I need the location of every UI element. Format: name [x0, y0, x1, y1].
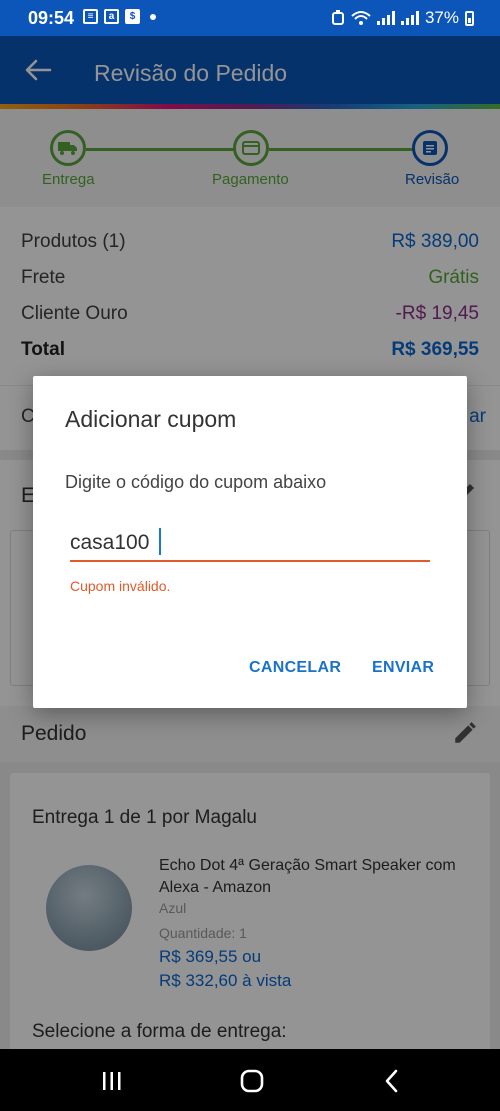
status-bar: 09:54 ≡ a $ 37% — [0, 0, 500, 36]
battery-icon — [465, 10, 474, 26]
coupon-error-message: Cupom inválido. — [70, 578, 171, 594]
system-icons: 37% — [331, 8, 474, 28]
alarm-icon — [331, 10, 344, 25]
dialog-message: Digite o código do cupom abaixo — [65, 472, 327, 492]
dialog-title: Adicionar cupom — [65, 406, 237, 432]
amazon-icon: a — [104, 9, 119, 24]
notification-icons: ≡ a $ — [83, 9, 156, 24]
send-button[interactable]: ENVIAR — [372, 659, 434, 677]
add-coupon-dialog: Adicionar cupom Digite o código do cupom… — [33, 376, 467, 708]
news-icon: ≡ — [83, 9, 98, 24]
back-nav-icon[interactable] — [377, 1066, 407, 1096]
more-notifications-icon — [150, 14, 156, 20]
text-cursor — [159, 528, 161, 555]
status-time: 09:54 — [28, 8, 75, 28]
wifi-icon — [351, 11, 371, 25]
dollar-icon: $ — [125, 9, 140, 24]
recent-apps-icon[interactable] — [97, 1066, 127, 1096]
signal-icon — [376, 11, 395, 25]
battery-percent: 37% — [424, 8, 459, 27]
system-navigation-bar — [0, 1049, 500, 1111]
coupon-code-input[interactable] — [70, 526, 430, 562]
signal-2-icon — [400, 11, 419, 25]
home-icon[interactable] — [237, 1066, 267, 1096]
cancel-button[interactable]: CANCELAR — [249, 659, 341, 677]
